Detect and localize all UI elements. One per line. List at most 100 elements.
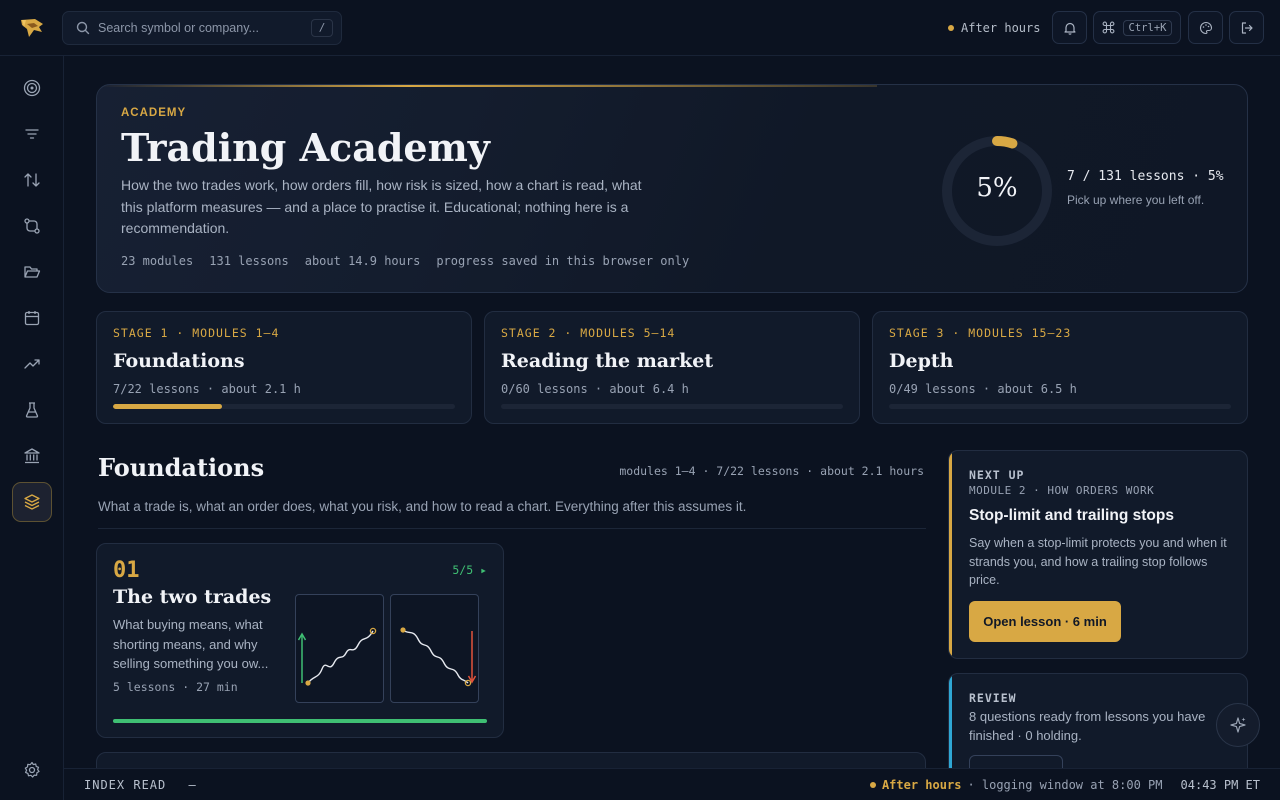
module-progress-bar xyxy=(113,719,487,723)
sidebar-item-target[interactable] xyxy=(12,68,52,108)
search-input[interactable]: Search symbol or company... / xyxy=(62,11,342,45)
module-card-next[interactable] xyxy=(96,752,926,768)
sidebar-item-settings[interactable] xyxy=(12,750,52,790)
progress-percent: 5% xyxy=(976,173,1018,203)
next-up-description: Say when a stop-limit protects you and w… xyxy=(969,536,1227,587)
hero-meta-duration: about 14.9 hours xyxy=(304,254,421,268)
status-time: 04:43 PM ET xyxy=(1180,778,1260,792)
stage-meta: 7/22 lessons · about 2.1 h xyxy=(113,382,301,396)
hero-meta: 23 modules 131 lessons about 14.9 hours … xyxy=(121,254,689,268)
sidebar-item-filter[interactable] xyxy=(12,114,52,154)
market-status: After hours xyxy=(948,19,1040,37)
module-title: The two trades xyxy=(113,586,272,608)
search-icon xyxy=(76,21,90,35)
section-description: What a trade is, what an order does, wha… xyxy=(98,499,747,514)
module-card[interactable]: 01 5/5 ▸ The two trades What buying mean… xyxy=(96,543,504,738)
search-placeholder: Search symbol or company... xyxy=(98,21,259,35)
sparkle-icon xyxy=(1230,717,1246,733)
target-icon xyxy=(23,79,41,97)
section-title: Foundations xyxy=(98,453,265,482)
index-read-value: – xyxy=(188,778,197,792)
theme-button[interactable] xyxy=(1188,11,1223,44)
trend-up-icon xyxy=(24,359,40,369)
stage-card-3[interactable]: STAGE 3 · MODULES 15–23 Depth 0/49 lesso… xyxy=(872,311,1248,424)
command-palette-button[interactable]: Ctrl+K xyxy=(1093,11,1181,44)
status-window-note: · logging window at 8:00 PM xyxy=(967,778,1163,792)
hero-meta-storage: progress saved in this browser only xyxy=(436,254,690,268)
bank-icon xyxy=(24,448,40,464)
status-dot xyxy=(869,782,876,788)
sidebar-item-bank[interactable] xyxy=(12,436,52,476)
flask-icon xyxy=(25,402,39,418)
search-shortcut-key: / xyxy=(311,19,333,37)
stage-title: Depth xyxy=(889,350,954,372)
stage-card-1[interactable]: STAGE 1 · MODULES 1–4 Foundations 7/22 l… xyxy=(96,311,472,424)
review-accent xyxy=(949,674,952,768)
folder-open-icon xyxy=(24,266,41,278)
status-bar: INDEX READ – After hours · logging windo… xyxy=(64,768,1280,800)
top-bar: Search symbol or company... / After hour… xyxy=(0,0,1280,56)
palette-icon xyxy=(1199,21,1212,34)
module-meta: 5 lessons · 27 min xyxy=(113,680,238,694)
stage-progress-bar xyxy=(113,404,455,409)
sidebar-item-orders[interactable] xyxy=(12,160,52,200)
section-meta: modules 1–4 · 7/22 lessons · about 2.1 h… xyxy=(619,464,924,478)
route-icon xyxy=(24,218,40,234)
layers-icon xyxy=(24,494,40,510)
section-divider xyxy=(98,528,926,529)
next-up-eyebrow: NEXT UP xyxy=(969,468,1025,482)
sidebar-item-academy[interactable] xyxy=(12,482,52,522)
market-status-label: After hours xyxy=(961,21,1041,35)
hero-accent-line xyxy=(97,85,877,87)
stage-eyebrow: STAGE 3 · MODULES 15–23 xyxy=(889,326,1072,340)
review-card: REVIEW 8 questions ready from lessons yo… xyxy=(948,673,1248,768)
stage-meta: 0/49 lessons · about 6.5 h xyxy=(889,382,1077,396)
command-shortcut: Ctrl+K xyxy=(1122,19,1173,36)
assistant-button[interactable] xyxy=(1216,703,1260,747)
review-description: 8 questions ready from lessons you have … xyxy=(969,709,1206,743)
status-dot xyxy=(948,25,954,31)
notifications-button[interactable] xyxy=(1052,11,1087,44)
stage-title: Foundations xyxy=(113,350,245,372)
hero-meta-modules: 23 modules xyxy=(121,254,194,268)
logout-button[interactable] xyxy=(1229,11,1264,44)
command-icon xyxy=(1102,21,1114,34)
module-number: 01 xyxy=(113,558,140,583)
start-review-button[interactable] xyxy=(969,755,1063,768)
logout-icon xyxy=(1241,21,1253,34)
sidebar-item-calendar[interactable] xyxy=(12,298,52,338)
sidebar-item-folder[interactable] xyxy=(12,252,52,292)
academy-hero: ACADEMY Trading Academy How the two trad… xyxy=(96,84,1248,293)
page-title: Trading Academy xyxy=(121,125,490,170)
status-market: After hours xyxy=(881,778,962,792)
filter-icon xyxy=(25,129,39,139)
stage-eyebrow: STAGE 1 · MODULES 1–4 xyxy=(113,326,280,340)
sort-arrows-icon xyxy=(24,173,40,187)
sidebar-item-lab[interactable] xyxy=(12,390,52,430)
sidebar xyxy=(0,56,64,800)
open-lesson-button[interactable]: Open lesson · 6 min xyxy=(969,601,1121,642)
stage-eyebrow: STAGE 2 · MODULES 5–14 xyxy=(501,326,676,340)
hero-description: How the two trades work, how orders fill… xyxy=(121,177,642,236)
module-progress-label: 5/5 ▸ xyxy=(452,563,487,577)
module-description: What buying means, what shorting means, … xyxy=(113,617,269,671)
logo-icon[interactable] xyxy=(19,16,45,40)
status-right: After hours · logging window at 8:00 PM … xyxy=(869,778,1260,792)
next-up-accent xyxy=(949,451,952,658)
review-eyebrow: REVIEW xyxy=(969,691,1017,705)
hero-meta-lessons: 131 lessons xyxy=(209,254,289,268)
settings-icon xyxy=(24,761,40,778)
stage-progress-bar xyxy=(889,404,1231,409)
index-read-label: INDEX READ xyxy=(84,778,167,792)
calendar-icon xyxy=(24,311,40,326)
stage-card-2[interactable]: STAGE 2 · MODULES 5–14 Reading the marke… xyxy=(484,311,860,424)
lessons-progress: 7 / 131 lessons · 5% xyxy=(1067,169,1224,184)
stage-meta: 0/60 lessons · about 6.4 h xyxy=(501,382,689,396)
next-up-card: NEXT UP MODULE 2 · HOW ORDERS WORK Stop-… xyxy=(948,450,1248,659)
short-trade-illustration xyxy=(390,594,479,703)
index-read: INDEX READ – xyxy=(84,778,197,792)
stage-title: Reading the market xyxy=(501,350,714,372)
sidebar-item-routes[interactable] xyxy=(12,206,52,246)
long-trade-illustration xyxy=(295,594,384,703)
sidebar-item-trends[interactable] xyxy=(12,344,52,384)
